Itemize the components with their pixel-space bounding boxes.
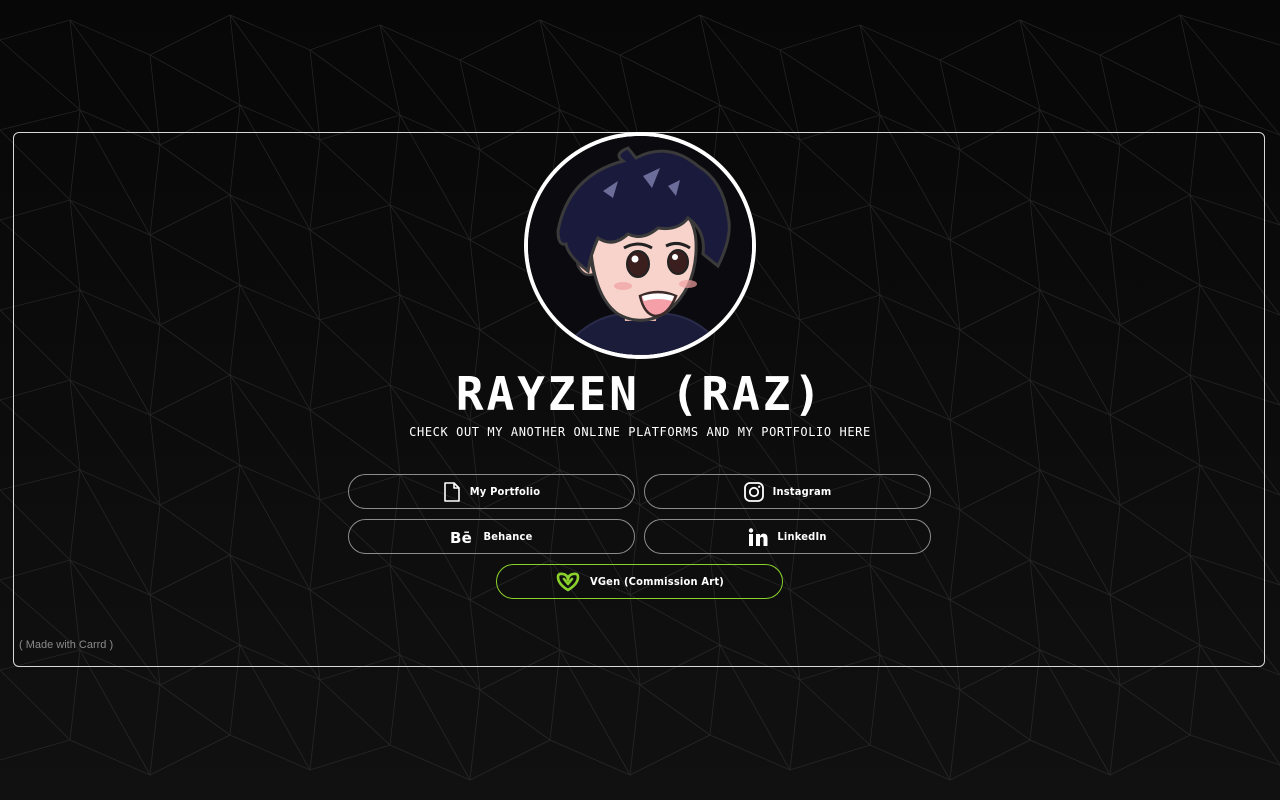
instagram-button[interactable]: Instagram bbox=[644, 474, 931, 509]
behance-icon: Bē bbox=[450, 529, 474, 545]
linkedin-label: LinkedIn bbox=[777, 530, 827, 543]
linkedin-button[interactable]: LinkedIn bbox=[644, 519, 931, 554]
avatar bbox=[524, 132, 756, 359]
made-with-carrd-link[interactable]: ( Made with Carrd ) bbox=[19, 639, 113, 651]
vgen-button[interactable]: VGen (Commission Art) bbox=[496, 564, 783, 599]
vgen-icon bbox=[555, 572, 581, 592]
avatar-illustration bbox=[528, 136, 752, 355]
document-icon bbox=[443, 481, 461, 502]
vgen-label: VGen (Commission Art) bbox=[589, 575, 725, 588]
svg-text:Bē: Bē bbox=[450, 529, 472, 545]
instagram-label: Instagram bbox=[772, 485, 832, 498]
linkedin-icon bbox=[748, 527, 768, 546]
portfolio-button[interactable]: My Portfolio bbox=[348, 474, 635, 509]
page-title: RAYZEN (RAZ) bbox=[455, 367, 825, 421]
behance-button[interactable]: Bē Behance bbox=[348, 519, 635, 554]
anime-character-portrait bbox=[528, 136, 752, 355]
instagram-icon bbox=[743, 481, 764, 502]
portfolio-label: My Portfolio bbox=[469, 485, 541, 498]
page-subtitle: CHECK OUT MY ANOTHER ONLINE PLATFORMS AN… bbox=[409, 425, 871, 439]
behance-label: Behance bbox=[483, 530, 533, 543]
